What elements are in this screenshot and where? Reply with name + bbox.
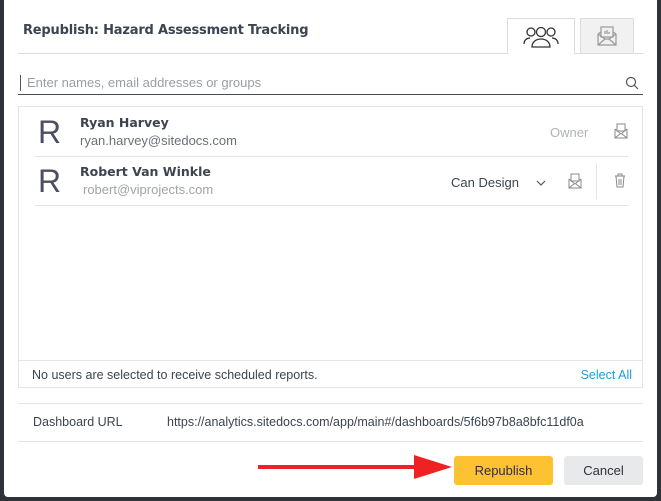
user-row: R Robert Van Winkle robert@viprojects.co…: [35, 157, 628, 206]
dashboard-url-label: Dashboard URL: [33, 415, 123, 429]
chevron-down-icon[interactable]: [536, 180, 546, 186]
trash-icon[interactable]: [614, 173, 626, 188]
avatar: R: [38, 163, 62, 199]
annotation-arrow: [258, 465, 418, 469]
select-all-link[interactable]: Select All: [581, 368, 632, 382]
search-input[interactable]: [20, 74, 625, 91]
user-name: Ryan Harvey: [80, 115, 169, 130]
schedule-footer: No users are selected to receive schedul…: [19, 360, 642, 387]
role-dropdown[interactable]: Can Design: [451, 175, 519, 190]
tab-scheduled-reports[interactable]: [580, 18, 634, 53]
user-name: Robert Van Winkle: [80, 164, 211, 179]
report-envelope-icon[interactable]: [614, 123, 628, 139]
report-envelope-icon: [597, 26, 617, 46]
dashboard-url-row: Dashboard URL https://analytics.sitedocs…: [18, 403, 643, 442]
avatar: R: [38, 114, 62, 150]
no-users-message: No users are selected to receive schedul…: [32, 368, 318, 382]
cancel-button[interactable]: Cancel: [564, 456, 643, 485]
users-icon: [523, 26, 559, 48]
divider: [596, 163, 597, 199]
republish-button[interactable]: Republish: [454, 456, 553, 485]
user-role: Owner: [550, 125, 589, 140]
user-row: R Ryan Harvey ryan.harvey@sitedocs.com O…: [35, 108, 628, 157]
annotation-arrow-head: [414, 455, 452, 479]
search-icon[interactable]: [625, 76, 639, 90]
search-field: [18, 71, 643, 95]
user-list: R Ryan Harvey ryan.harvey@sitedocs.com O…: [18, 106, 643, 388]
dashboard-url-value[interactable]: https://analytics.sitedocs.com/app/main#…: [167, 415, 636, 429]
report-envelope-icon[interactable]: [568, 173, 582, 189]
dialog-title: Republish: Hazard Assessment Tracking: [23, 23, 309, 38]
user-email: robert@viprojects.com: [83, 182, 214, 197]
tab-users[interactable]: [507, 18, 575, 54]
user-email: ryan.harvey@sitedocs.com: [80, 133, 237, 148]
republish-dialog: Republish: Hazard Assessment Tracking R …: [4, 0, 657, 497]
